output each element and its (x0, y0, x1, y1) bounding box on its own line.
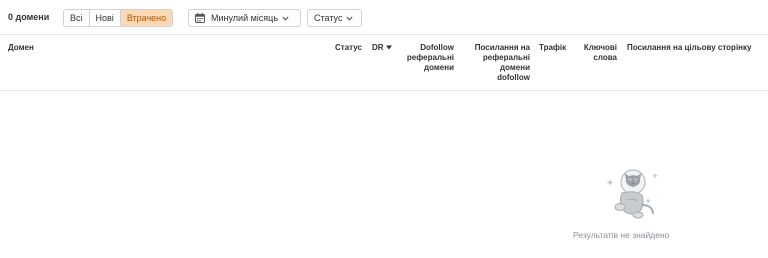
status-dropdown[interactable]: Статус (307, 9, 362, 27)
header-status[interactable]: Статус (322, 43, 362, 53)
header-dofollow-ref-domains-line: домени (424, 63, 454, 72)
tab-lost[interactable]: Втрачено (120, 10, 173, 26)
header-domain[interactable]: Домен (8, 43, 34, 53)
header-target-links[interactable]: Посилання на цільову сторінку (627, 43, 751, 53)
status-dropdown-label: Статус (314, 13, 343, 23)
header-dr[interactable]: DR (372, 43, 392, 53)
header-keywords-line: слова (593, 53, 617, 62)
header-traffic[interactable]: Трафік (539, 43, 566, 53)
header-dofollow-links-line: Посилання на (474, 43, 530, 52)
empty-state-message: Результатів не знайдено (573, 230, 670, 240)
header-dr-label: DR (372, 43, 384, 52)
header-dofollow-links[interactable]: Посилання на реферальні домени dofollow (462, 43, 530, 83)
tab-new[interactable]: Нові (89, 10, 121, 26)
sort-desc-icon (385, 45, 392, 50)
period-dropdown-label: Минулий місяць (211, 13, 279, 23)
astronaut-cat-illustration (606, 169, 658, 219)
chevron-down-icon (346, 16, 354, 21)
period-dropdown[interactable]: Минулий місяць (188, 9, 301, 27)
tab-all[interactable]: Всі (64, 10, 90, 26)
header-dofollow-ref-domains-line: реферальні (406, 53, 454, 62)
header-dofollow-ref-domains[interactable]: Dofollow реферальні домени (392, 43, 454, 73)
toolbar: 0 домени Всі Нові Втрачено Минулий місяц… (0, 0, 768, 34)
header-keywords[interactable]: Ключові слова (575, 43, 617, 63)
header-dofollow-ref-domains-line: Dofollow (420, 43, 454, 52)
header-dofollow-links-line: реферальні (482, 53, 530, 62)
table-header: Домен Статус DR Dofollow реферальні доме… (0, 34, 768, 91)
header-dofollow-links-line: домени (500, 63, 530, 72)
filter-tabs: Всі Нові Втрачено (63, 9, 174, 27)
header-keywords-line: Ключові (583, 43, 617, 52)
header-dofollow-links-line: dofollow (497, 73, 530, 82)
domain-count: 0 домени (8, 12, 50, 22)
chevron-down-icon (282, 16, 289, 21)
calendar-icon (195, 13, 205, 23)
